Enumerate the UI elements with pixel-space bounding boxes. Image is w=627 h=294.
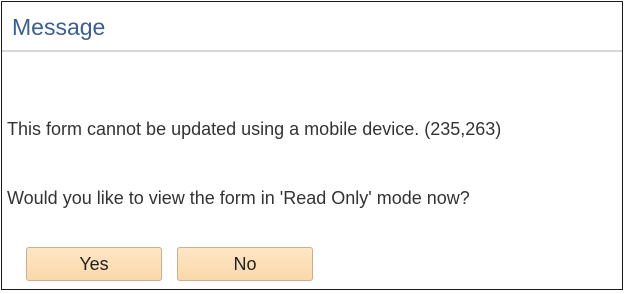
no-button[interactable]: No bbox=[177, 247, 313, 281]
yes-button[interactable]: Yes bbox=[26, 247, 162, 281]
message-text-question: Would you like to view the form in 'Read… bbox=[7, 188, 470, 208]
message-dialog: Message This form cannot be updated usin… bbox=[1, 1, 623, 290]
dialog-title: Message bbox=[12, 14, 106, 40]
dialog-header: Message bbox=[2, 2, 622, 52]
message-text-error: This form cannot be updated using a mobi… bbox=[7, 119, 502, 139]
